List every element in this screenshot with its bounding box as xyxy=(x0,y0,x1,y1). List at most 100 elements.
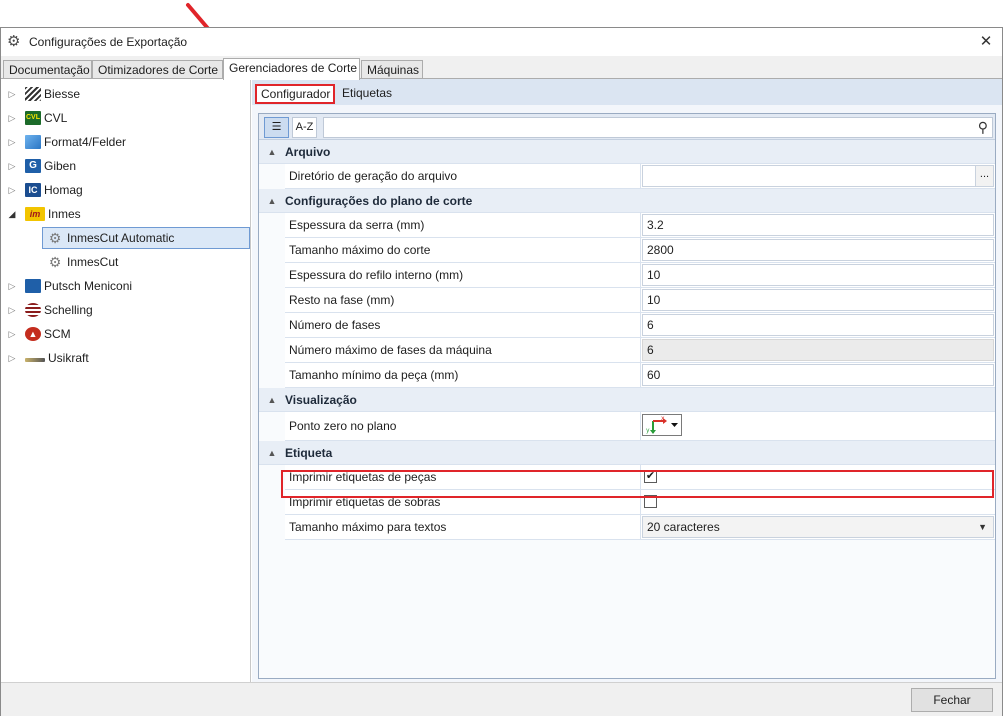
tab-configurador[interactable]: Configurador xyxy=(255,84,335,104)
tree-item-format4[interactable]: ▷ Format4/Felder xyxy=(5,131,126,153)
category-arquivo[interactable]: ▲ Arquivo xyxy=(259,140,995,164)
property-row-numero-fases: Número de fases 6 xyxy=(285,313,995,338)
collapse-caret-icon[interactable]: ▲ xyxy=(259,196,285,206)
collapse-caret-icon[interactable]: ▲ xyxy=(259,448,285,458)
expand-arrow-icon[interactable]: ▷ xyxy=(5,113,19,124)
categorized-view-button[interactable]: ☰ xyxy=(264,117,289,138)
window-title: Configurações de Exportação xyxy=(29,35,188,49)
property-label: Tamanho mínimo da peça (mm) xyxy=(285,363,641,387)
expand-arrow-icon[interactable]: ▷ xyxy=(5,329,19,340)
property-label: Tamanho máximo do corte xyxy=(285,238,641,262)
property-label: Espessura do refilo interno (mm) xyxy=(285,263,641,287)
collapse-arrow-icon[interactable]: ◢ xyxy=(5,209,19,220)
tree-label: SCM xyxy=(44,327,71,341)
tree-item-inmescut-automatic[interactable]: ⚙ InmesCut Automatic xyxy=(42,227,250,249)
biesse-logo-icon xyxy=(25,87,41,101)
category-label: Etiqueta xyxy=(285,445,333,460)
property-row-numero-max-fases: Número máximo de fases da máquina 6 xyxy=(285,338,995,363)
expand-arrow-icon[interactable]: ▷ xyxy=(5,89,19,100)
search-input[interactable] xyxy=(324,118,964,137)
property-row-imprimir-sobras: Imprimir etiquetas de sobras xyxy=(285,490,995,515)
property-row-tamanho-maximo: Tamanho máximo do corte 2800 xyxy=(285,238,995,263)
close-button[interactable]: Fechar xyxy=(911,688,993,712)
expand-arrow-icon[interactable]: ▷ xyxy=(5,161,19,172)
expand-arrow-icon[interactable]: ▷ xyxy=(5,281,19,292)
schelling-logo-icon xyxy=(25,303,41,317)
tree-item-schelling[interactable]: ▷ Schelling xyxy=(5,299,93,321)
ponto-zero-cell: x y xyxy=(642,414,994,440)
axis-origin-icon: x y xyxy=(646,415,678,434)
property-label: Resto na fase (mm) xyxy=(285,288,641,312)
dialog-footer: Fechar xyxy=(1,682,1002,716)
tab-maquinas[interactable]: Máquinas xyxy=(361,60,423,79)
category-label: Arquivo xyxy=(285,144,331,159)
imprimir-pecas-cell: ✔ xyxy=(642,466,994,488)
tamanho-minimo-input[interactable]: 60 xyxy=(642,364,994,386)
putsch-logo-icon xyxy=(25,279,41,293)
property-label: Número de fases xyxy=(285,313,641,337)
tree-item-usikraft[interactable]: ▷ Usikraft xyxy=(5,347,89,369)
export-settings-window: ⚙ Configurações de Exportação ✕ Document… xyxy=(0,27,1003,716)
tree-label: Schelling xyxy=(44,303,93,317)
category-label: Configurações do plano de corte xyxy=(285,193,473,208)
collapse-caret-icon[interactable]: ▲ xyxy=(259,147,285,157)
espessura-serra-input[interactable]: 3.2 xyxy=(642,214,994,236)
property-row-refilo: Espessura do refilo interno (mm) 10 xyxy=(285,263,995,288)
cvl-logo-icon: CVL xyxy=(25,111,41,125)
expand-arrow-icon[interactable]: ▷ xyxy=(5,353,19,364)
tab-content: ▷ Biesse ▷ CVL CVL ▷ Format4/Felder ▷ G … xyxy=(1,78,1002,682)
category-label: Visualização xyxy=(285,392,357,407)
tree-label: Putsch Meniconi xyxy=(44,279,133,293)
category-visualizacao[interactable]: ▲ Visualização xyxy=(259,388,995,412)
expand-arrow-icon[interactable]: ▷ xyxy=(5,185,19,196)
tab-documentacao[interactable]: Documentação xyxy=(3,60,92,79)
resto-input[interactable]: 10 xyxy=(642,289,994,311)
property-label: Número máximo de fases da máquina xyxy=(285,338,641,362)
tamanho-textos-select[interactable]: 20 caracteres ▼ xyxy=(642,516,994,538)
tree-item-putsch[interactable]: ▷ Putsch Meniconi xyxy=(5,275,132,297)
chevron-down-icon: ▼ xyxy=(978,522,987,532)
numero-max-fases-value: 6 xyxy=(642,339,994,361)
axis-origin-dropdown[interactable]: x y xyxy=(642,414,682,436)
tab-otimizadores[interactable]: Otimizadores de Corte xyxy=(92,60,223,79)
gear-icon: ⚙ xyxy=(48,254,62,270)
tree-item-biesse[interactable]: ▷ Biesse xyxy=(5,83,80,105)
refilo-input[interactable]: 10 xyxy=(642,264,994,286)
main-tabs: Documentação Otimizadores de Corte Geren… xyxy=(1,58,1002,80)
property-label: Imprimir etiquetas de sobras xyxy=(285,490,641,514)
tree-item-homag[interactable]: ▷ IC Homag xyxy=(5,179,83,201)
tree-item-scm[interactable]: ▷ ▲ SCM xyxy=(5,323,71,345)
property-row-ponto-zero: Ponto zero no plano x y xyxy=(285,412,995,441)
category-etiqueta[interactable]: ▲ Etiqueta xyxy=(259,441,995,465)
tab-etiquetas[interactable]: Etiquetas xyxy=(338,84,396,104)
directory-field[interactable]: ... xyxy=(642,165,994,187)
property-label: Imprimir etiquetas de peças xyxy=(285,465,641,489)
gear-icon: ⚙ xyxy=(7,33,21,50)
property-row-espessura-serra: Espessura da serra (mm) 3.2 xyxy=(285,213,995,238)
numero-fases-input[interactable]: 6 xyxy=(642,314,994,336)
tree-label: InmesCut Automatic xyxy=(67,231,175,245)
category-plano-de-corte[interactable]: ▲ Configurações do plano de corte xyxy=(259,189,995,213)
tree-item-inmes[interactable]: ◢ im Inmes xyxy=(5,203,81,225)
tree-item-inmescut[interactable]: ⚙ InmesCut xyxy=(42,251,119,273)
search-field: ⚲ xyxy=(323,117,993,138)
imprimir-pecas-checkbox[interactable]: ✔ xyxy=(644,470,657,483)
search-icon[interactable]: ⚲ xyxy=(978,119,988,136)
format4-logo-icon xyxy=(25,135,41,149)
config-panel: Configurador Etiquetas ☰ A-Z ⚲ ▲ Arquivo… xyxy=(252,79,1002,682)
tab-gerenciadores[interactable]: Gerenciadores de Corte xyxy=(223,58,360,80)
tree-label: Giben xyxy=(44,159,77,173)
giben-logo-icon: G xyxy=(25,159,41,173)
collapse-caret-icon[interactable]: ▲ xyxy=(259,395,285,405)
tree-item-cvl[interactable]: ▷ CVL CVL xyxy=(5,107,67,129)
manufacturer-tree: ▷ Biesse ▷ CVL CVL ▷ Format4/Felder ▷ G … xyxy=(1,79,251,682)
tree-item-giben[interactable]: ▷ G Giben xyxy=(5,155,76,177)
alphabetical-view-button[interactable]: A-Z xyxy=(292,117,317,138)
inmes-logo-icon: im xyxy=(25,207,45,221)
tamanho-maximo-input[interactable]: 2800 xyxy=(642,239,994,261)
close-icon[interactable]: ✕ xyxy=(976,32,996,52)
expand-arrow-icon[interactable]: ▷ xyxy=(5,137,19,148)
imprimir-sobras-checkbox[interactable] xyxy=(644,495,657,508)
browse-button[interactable]: ... xyxy=(975,166,993,186)
expand-arrow-icon[interactable]: ▷ xyxy=(5,305,19,316)
